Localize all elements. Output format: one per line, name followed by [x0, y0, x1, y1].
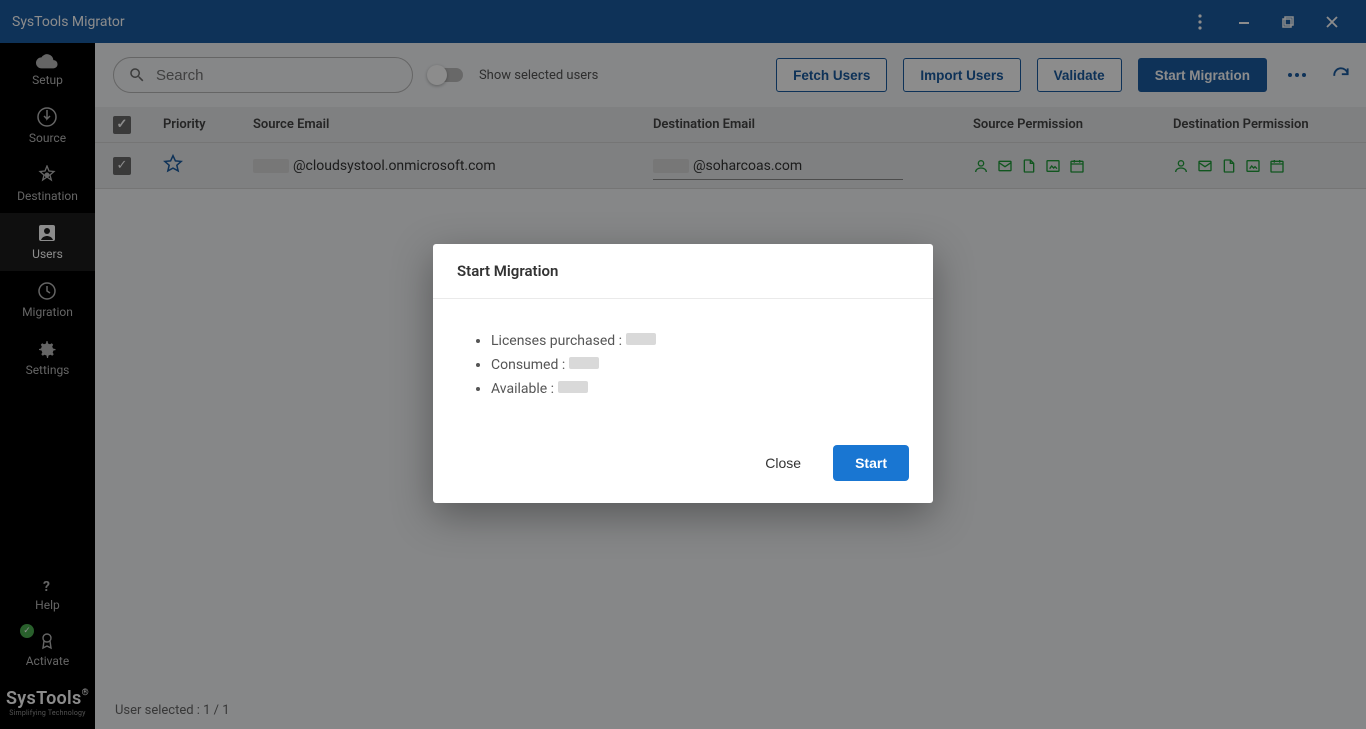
dialog-title: Start Migration [433, 244, 933, 299]
consumed-row: Consumed : [491, 357, 893, 373]
dialog-footer: Close Start [433, 435, 933, 503]
redacted-value [569, 357, 599, 369]
start-button[interactable]: Start [833, 445, 909, 481]
redacted-value [558, 381, 588, 393]
start-migration-dialog: Start Migration Licenses purchased : Con… [433, 244, 933, 503]
dialog-body: Licenses purchased : Consumed : Availabl… [433, 299, 933, 435]
licenses-purchased-row: Licenses purchased : [491, 333, 893, 349]
close-button[interactable]: Close [751, 445, 815, 481]
available-row: Available : [491, 381, 893, 397]
modal-overlay: Start Migration Licenses purchased : Con… [0, 0, 1366, 729]
redacted-value [626, 333, 656, 345]
